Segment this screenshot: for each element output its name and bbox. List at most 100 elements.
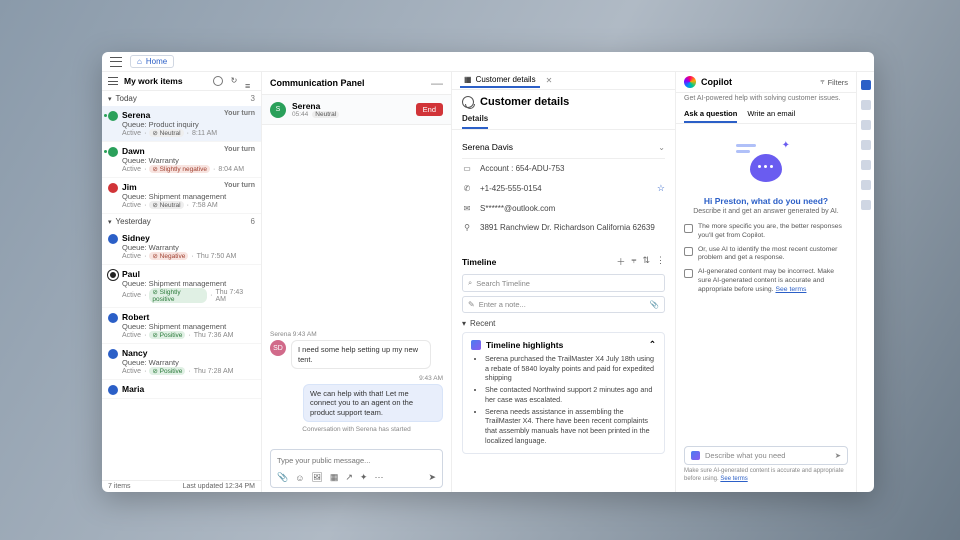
location-icon: ⚲ xyxy=(462,223,472,232)
tip-icon xyxy=(684,269,693,278)
close-tab-icon[interactable]: ✕ xyxy=(546,76,553,85)
end-button[interactable]: End xyxy=(416,103,443,116)
item-count: 7 items xyxy=(108,483,131,490)
rail-item[interactable] xyxy=(861,100,871,110)
phone[interactable]: +1-425-555-0154 xyxy=(480,184,542,193)
tip-icon xyxy=(684,247,693,256)
image-icon[interactable]: 🖼 xyxy=(311,472,322,483)
sparkle-icon xyxy=(471,340,481,350)
copilot-panel: Copilot ⫧ Filters Get AI-powered help wi… xyxy=(676,72,856,492)
message-input[interactable] xyxy=(271,451,442,470)
send-icon[interactable]: ➤ xyxy=(428,472,436,483)
conversation-header: S Serena 05:44 Neutral End xyxy=(262,95,451,125)
chevron-up-icon[interactable]: ⌃ xyxy=(649,339,656,350)
content: My work items ▾ Today 3 SerenaYour turnQ… xyxy=(102,72,874,492)
link-icon[interactable]: ↗ xyxy=(345,472,353,483)
group-today[interactable]: ▾ Today 3 xyxy=(102,91,261,106)
tab-customer-details[interactable]: ▦ Customer details xyxy=(460,73,540,88)
communication-panel: Communication Panel — S Serena 05:44 Neu… xyxy=(262,72,452,492)
sparkle-icon xyxy=(691,451,700,460)
add-icon[interactable]: ＋ xyxy=(616,255,625,268)
search-icon[interactable] xyxy=(213,76,223,86)
customer-details-panel: ▦ Customer details ✕ Customer details De… xyxy=(452,72,676,492)
timeline-note-input[interactable]: ✎ Enter a note... 📎 xyxy=(462,296,665,313)
rail-item[interactable] xyxy=(861,200,871,210)
work-items-panel: My work items ▾ Today 3 SerenaYour turnQ… xyxy=(102,72,262,492)
grid-icon: ▦ xyxy=(464,75,472,84)
copilot-description: Describe it and get an answer generated … xyxy=(693,208,839,215)
rail-item[interactable] xyxy=(861,140,871,150)
email: S******@outlook.com xyxy=(480,204,555,213)
menu-icon[interactable] xyxy=(110,57,122,67)
attach-icon[interactable]: 📎 xyxy=(277,472,288,483)
timeline-highlights-card: Timeline highlights ⌃ Serena purchased t… xyxy=(462,332,665,454)
attach-icon[interactable]: 📎 xyxy=(650,300,659,309)
chevron-down-icon: ▾ xyxy=(108,95,112,103)
highlight-item: She contacted Northwind support 2 minute… xyxy=(485,385,656,404)
more-icon[interactable]: ⋯ xyxy=(374,472,383,483)
rail-item[interactable] xyxy=(861,180,871,190)
chevron-down-icon: ⌄ xyxy=(658,143,665,152)
copilot-greeting: Hi Preston, what do you need? xyxy=(704,196,828,206)
more-icon[interactable]: ⋮ xyxy=(656,255,665,268)
last-updated: Last updated 12:34 PM xyxy=(183,483,255,490)
composer: 📎 ☺ 🖼 ▦ ↗ ✦ ⋯ ➤ xyxy=(270,449,443,488)
work-item[interactable]: NancyQueue: WarrantyActive · ⊘ Positive … xyxy=(102,344,261,380)
address: 3891 Ranchview Dr. Richardson California… xyxy=(480,223,655,232)
work-items-footer: 7 items Last updated 12:34 PM xyxy=(102,480,261,492)
work-item[interactable]: PaulQueue: Shipment managementActive · ⊘… xyxy=(102,265,261,308)
timeline-group-recent[interactable]: ▾ Recent xyxy=(462,319,665,328)
rail-item[interactable] xyxy=(861,80,871,90)
bot-icon[interactable]: ✦ xyxy=(360,472,368,483)
phone-icon: ✆ xyxy=(462,184,472,193)
home-button[interactable]: ⌂ Home xyxy=(130,55,174,68)
work-item[interactable]: DawnYour turnQueue: WarrantyActive · ⊘ S… xyxy=(102,142,261,178)
highlight-item: Serena purchased the TrailMaster X4 July… xyxy=(485,354,656,383)
message-incoming: I need some help setting up my new tent. xyxy=(291,340,431,369)
refresh-icon[interactable] xyxy=(229,76,239,86)
copilot-tab-ask[interactable]: Ask a question xyxy=(684,106,737,123)
home-icon: ⌂ xyxy=(137,57,142,66)
emoji-icon[interactable]: ☺ xyxy=(295,473,304,483)
rail-item[interactable] xyxy=(861,120,871,130)
gif-icon[interactable]: ▦ xyxy=(330,472,339,483)
work-item[interactable]: SerenaYour turnQueue: Product inquiryAct… xyxy=(102,106,261,142)
send-icon[interactable]: ➤ xyxy=(835,451,841,460)
rail-item[interactable] xyxy=(861,160,871,170)
filters-button[interactable]: ⫧ Filters xyxy=(820,77,848,87)
group-yesterday[interactable]: ▾ Yesterday 6 xyxy=(102,214,261,229)
subtab-details[interactable]: Details xyxy=(462,110,488,129)
chevron-down-icon: ▾ xyxy=(108,218,112,226)
copilot-illustration: ✦ xyxy=(736,140,796,190)
work-item[interactable]: JimYour turnQueue: Shipment managementAc… xyxy=(102,178,261,214)
search-icon: ⌕ xyxy=(468,278,472,288)
copilot-input[interactable]: Describe what you need ➤ xyxy=(684,446,848,465)
message-outgoing: We can help with that! Let me connect yo… xyxy=(303,384,443,422)
app-rail xyxy=(856,72,874,492)
customer-details-title: Customer details xyxy=(452,90,675,110)
customer-name: Serena Davis xyxy=(462,142,513,152)
star-icon[interactable]: ☆ xyxy=(657,183,665,194)
work-item[interactable]: Maria xyxy=(102,380,261,399)
customer-name-row[interactable]: Serena Davis ⌄ xyxy=(462,138,665,159)
minimize-icon[interactable]: — xyxy=(431,76,443,90)
topbar: ⌂ Home xyxy=(102,52,874,72)
copilot-logo-icon xyxy=(684,76,696,88)
filter-icon[interactable] xyxy=(245,76,255,86)
app-window: ⌂ Home My work items ▾ Today 3 xyxy=(102,52,874,492)
filter-icon[interactable]: ⫧ xyxy=(631,255,636,268)
copilot-tab-email[interactable]: Write an email xyxy=(747,106,795,123)
pen-icon: ✎ xyxy=(468,300,475,309)
work-item[interactable]: SidneyQueue: WarrantyActive · ⊘ Negative… xyxy=(102,229,261,265)
sort-icon[interactable]: ⇅ xyxy=(642,255,650,268)
work-item[interactable]: RobertQueue: Shipment managementActive ·… xyxy=(102,308,261,344)
timeline-search[interactable]: ⌕ Search Timeline xyxy=(462,274,665,292)
avatar: SD xyxy=(270,340,286,356)
chevron-down-icon: ▾ xyxy=(462,319,466,328)
work-items-header: My work items xyxy=(102,72,261,91)
copilot-subtitle: Get AI-powered help with solving custome… xyxy=(676,93,856,106)
see-terms-link[interactable]: See terms xyxy=(775,286,806,293)
see-terms-link[interactable]: See terms xyxy=(720,476,747,482)
filter-icon: ⫧ xyxy=(820,77,824,87)
system-message: Conversation with Serena has started xyxy=(270,426,443,433)
